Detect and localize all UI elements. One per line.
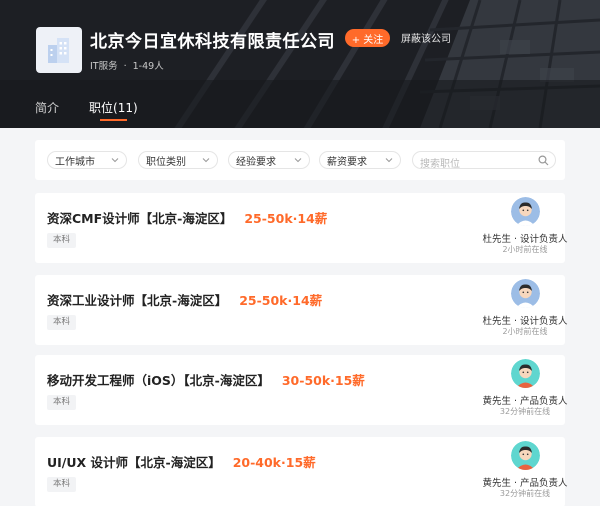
job-salary: 20-40k·15薪 [232, 455, 316, 470]
recruiter-avatar-icon [511, 279, 540, 308]
recruiter-online-status: 2小时前在线 [502, 245, 548, 254]
tab-jobs[interactable]: 职位(11) [89, 99, 138, 121]
chevron-down-icon [202, 158, 210, 163]
recruiter-name: 杜先生 · 设计负责人 [482, 234, 568, 245]
job-card[interactable]: 资深工业设计师【北京-海淀区】 25-50k·14薪 本科 杜先生 · 设计负责人… [35, 275, 568, 345]
follow-button[interactable]: + 关注 [345, 29, 390, 47]
city-filter-select[interactable]: 工作城市 [47, 151, 127, 169]
job-title[interactable]: 资深CMF设计师【北京-海淀区】 25-50k·14薪 [47, 208, 327, 227]
recruiter-avatar-icon [511, 197, 540, 226]
company-industry: IT服务 [90, 61, 118, 72]
company-tabs: 简介 职位(11) [35, 99, 168, 121]
chevron-down-icon [385, 158, 393, 163]
job-card[interactable]: 移动开发工程师（iOS）【北京-海淀区】 30-50k·15薪 本科 黄先生 · … [35, 355, 568, 425]
meta-separator: · [123, 61, 127, 72]
job-title-text: 移动开发工程师（iOS）【北京-海淀区】 [47, 373, 270, 388]
recruiter-avatar-icon [511, 441, 540, 470]
job-salary: 30-50k·15薪 [281, 373, 365, 388]
job-title-text: 资深工业设计师【北京-海淀区】 [47, 293, 228, 308]
filter-bar: 工作城市 职位类别 经验要求 薪资要求 [35, 140, 565, 180]
education-tag: 本科 [47, 315, 77, 330]
salary-filter-label: 薪资要求 [327, 156, 367, 168]
job-title[interactable]: UI/UX 设计师【北京-海淀区】 20-40k·15薪 [47, 452, 316, 471]
job-search-input[interactable] [413, 156, 533, 173]
job-salary: 25-50k·14薪 [239, 293, 323, 308]
education-tag: 本科 [47, 395, 77, 410]
recruiter-name: 黄先生 · 产品负责人 [482, 396, 568, 407]
recruiter-online-status: 32分钟前在线 [499, 489, 551, 498]
chevron-down-icon [294, 158, 302, 163]
salary-filter-select[interactable]: 薪资要求 [319, 151, 401, 169]
company-header: 北京今日宜休科技有限责任公司 + 关注 屏蔽该公司 IT服务 · 1-49人 简介 … [0, 0, 600, 128]
recruiter-online-status: 32分钟前在线 [499, 407, 551, 416]
job-search-box [412, 151, 556, 173]
recruiter-name: 黄先生 · 产品负责人 [482, 478, 568, 489]
recruiter-avatar-icon [511, 359, 540, 388]
job-title[interactable]: 资深工业设计师【北京-海淀区】 25-50k·14薪 [47, 290, 322, 309]
experience-filter-select[interactable]: 经验要求 [228, 151, 310, 169]
company-meta: IT服务 · 1-49人 [90, 58, 164, 72]
company-logo [36, 27, 82, 73]
recruiter-name: 杜先生 · 设计负责人 [482, 316, 568, 327]
job-salary: 25-50k·14薪 [244, 211, 328, 226]
recruiter-online-status: 2小时前在线 [502, 327, 548, 336]
tab-intro[interactable]: 简介 [35, 99, 59, 121]
job-card[interactable]: 资深CMF设计师【北京-海淀区】 25-50k·14薪 本科 杜先生 · 设计负责… [35, 193, 568, 263]
company-name: 北京今日宜休科技有限责任公司 [90, 32, 335, 52]
education-tag: 本科 [47, 477, 77, 492]
block-company-link[interactable]: 屏蔽该公司 [401, 30, 451, 45]
search-icon[interactable] [538, 155, 549, 166]
chevron-down-icon [111, 158, 119, 163]
category-filter-label: 职位类别 [146, 156, 186, 168]
job-title-text: 资深CMF设计师【北京-海淀区】 [47, 211, 233, 226]
experience-filter-label: 经验要求 [236, 156, 276, 168]
category-filter-select[interactable]: 职位类别 [138, 151, 218, 169]
job-title-text: UI/UX 设计师【北京-海淀区】 [47, 455, 221, 470]
building-icon [48, 38, 69, 63]
job-card[interactable]: UI/UX 设计师【北京-海淀区】 20-40k·15薪 本科 黄先生 · 产品负… [35, 437, 568, 506]
company-size: 1-49人 [132, 61, 164, 72]
job-title[interactable]: 移动开发工程师（iOS）【北京-海淀区】 30-50k·15薪 [47, 370, 365, 389]
city-filter-label: 工作城市 [55, 156, 95, 168]
education-tag: 本科 [47, 233, 77, 248]
